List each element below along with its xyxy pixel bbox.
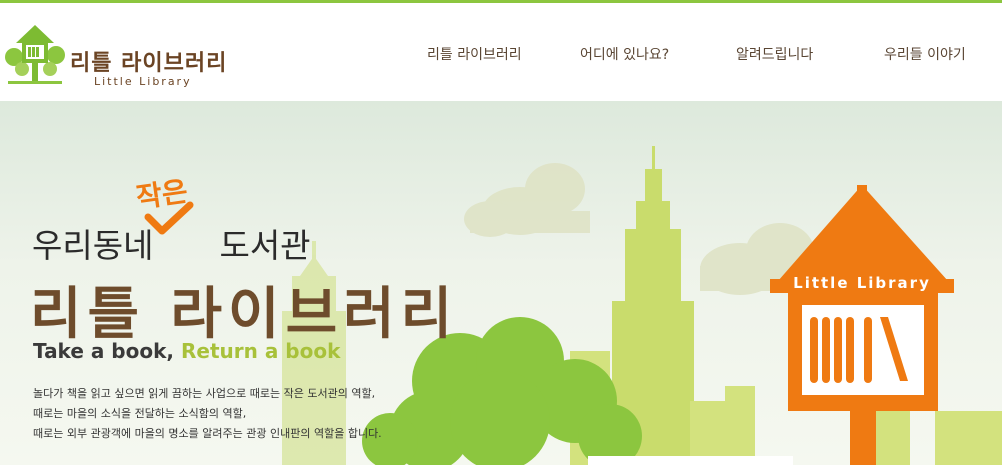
hero-title: 리틀 라이브러리 (30, 282, 459, 347)
logo-title: 리틀 라이브러리 (70, 51, 228, 76)
nav-item-notice[interactable]: 알려드립니다 (736, 44, 813, 64)
slogan-return: Return a book (180, 339, 341, 363)
cloud-left (464, 163, 590, 237)
little-library-logo-icon (5, 25, 65, 84)
description-line: 놀다가 책을 읽고 싶으면 읽게 끔하는 사업으로 때로는 작은 도서관의 역할… (33, 387, 376, 400)
description-line: 때로는 외부 관광객에 마을의 명소를 알려주는 관광 인내판의 역할을 합니다… (33, 427, 382, 440)
little-library-sign: Little Library (770, 185, 954, 465)
description-line: 때로는 마을의 소식을 전달하는 소식함의 역할, (33, 407, 247, 420)
hero-slogan: Take a book, Return a book (33, 339, 340, 363)
slogan-take: Take a book, (33, 339, 175, 363)
content-panel-edge (588, 456, 793, 465)
site-header: 리틀 라이브러리 Little Library 리틀 라이브러리 어디에 있나요… (0, 3, 1002, 101)
nav-item-our-story[interactable]: 우리들 이야기 (884, 44, 966, 64)
nav-item-where[interactable]: 어디에 있나요? (580, 44, 669, 64)
site-logo[interactable]: 리틀 라이브러리 Little Library (4, 23, 228, 93)
hero-description: 놀다가 책을 읽고 싶으면 읽게 끔하는 사업으로 때로는 작은 도서관의 역할… (33, 384, 453, 444)
hero-headline: 우리동네 도서관 (32, 219, 311, 267)
hero-headline-part2: 도서관 (219, 226, 311, 265)
logo-subtitle: Little Library (94, 75, 192, 88)
hero-banner: Little Library 작은 우리동네 도서관 리틀 라이브러리 Take … (0, 101, 1002, 465)
sign-label: Little Library (793, 274, 931, 292)
hero-headline-part1: 우리동네 (32, 226, 154, 265)
nav-item-little-library[interactable]: 리틀 라이브러리 (427, 44, 522, 64)
